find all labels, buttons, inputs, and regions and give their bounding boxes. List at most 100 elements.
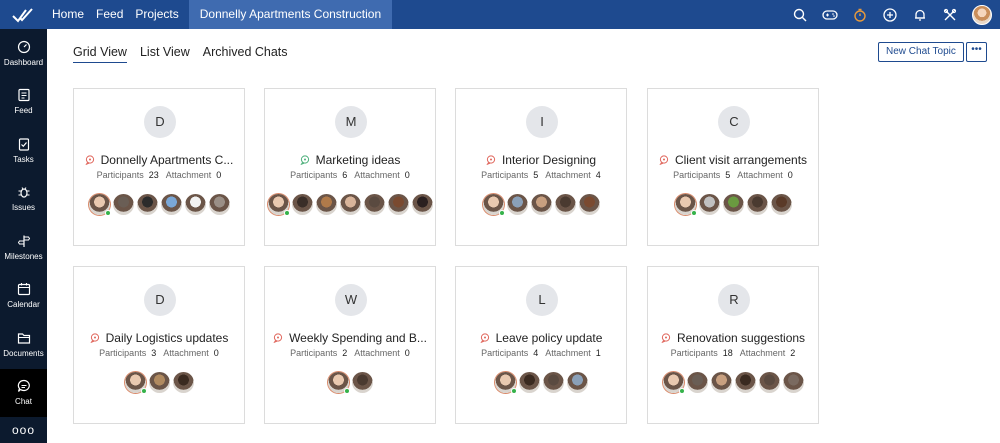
participant-avatar[interactable]: [674, 194, 697, 216]
participant-avatar[interactable]: [208, 194, 230, 215]
participant-avatar[interactable]: [662, 372, 685, 394]
chat-title[interactable]: Interior Designing: [502, 153, 596, 167]
participant-avatar[interactable]: [160, 194, 182, 215]
participant-avatar[interactable]: [482, 194, 505, 216]
nav-feed[interactable]: Feed: [90, 0, 129, 29]
chat-title[interactable]: Weekly Spending and B...: [289, 331, 427, 345]
participant-avatar[interactable]: [710, 372, 732, 393]
participant-avatar[interactable]: [88, 194, 111, 216]
chat-title[interactable]: Leave policy update: [496, 331, 603, 345]
sidebar-item-tasks[interactable]: Tasks: [0, 126, 47, 175]
participants-count: 3: [151, 348, 157, 358]
chat-title-row: Daily Logistics updates: [74, 331, 244, 345]
participant-avatar[interactable]: [554, 194, 576, 215]
chat-title[interactable]: Renovation suggestions: [677, 331, 805, 345]
sidebar-item-chat[interactable]: Chat: [0, 368, 47, 417]
chat-card[interactable]: D Donnelly Apartments C... Participants 23…: [73, 88, 245, 246]
participant-avatar[interactable]: [351, 372, 373, 393]
participant-avatar[interactable]: [686, 372, 708, 393]
sidebar-item-label: Dashboard: [3, 57, 44, 67]
participant-avatar[interactable]: [112, 194, 134, 215]
sidebar-item-issues[interactable]: Issues: [0, 175, 47, 224]
chat-card[interactable]: R Renovation suggestions Participants 18 A…: [647, 266, 819, 424]
participant-avatars: [265, 372, 435, 394]
user-avatar[interactable]: [972, 4, 992, 25]
participant-avatar[interactable]: [506, 194, 528, 215]
online-status-dot: [498, 210, 505, 216]
add-circle-icon[interactable]: [882, 7, 898, 23]
chat-initial-avatar: L: [526, 284, 558, 316]
participant-avatar[interactable]: [387, 194, 409, 215]
chat-card[interactable]: D Daily Logistics updates Participants 3 A…: [73, 266, 245, 424]
online-status-dot: [690, 210, 697, 216]
participants-count: 4: [533, 348, 539, 358]
participant-avatar[interactable]: [782, 372, 804, 393]
chat-title[interactable]: Marketing ideas: [316, 153, 401, 167]
participant-avatar[interactable]: [494, 372, 517, 394]
chat-card[interactable]: C Client visit arrangements Participants 5…: [647, 88, 819, 246]
sidebar-item-milestones[interactable]: Milestones: [0, 223, 47, 272]
new-chat-topic-button[interactable]: New Chat Topic: [878, 42, 964, 62]
participant-avatar[interactable]: [291, 194, 313, 215]
sidebar-item-label: Tasks: [13, 154, 34, 164]
participant-avatar[interactable]: [148, 372, 170, 393]
participant-avatar[interactable]: [566, 372, 588, 393]
search-icon[interactable]: [792, 7, 808, 23]
gamepad-icon[interactable]: [822, 7, 838, 23]
timer-icon[interactable]: [852, 7, 868, 23]
participant-avatar[interactable]: [363, 194, 385, 215]
sidebar-item-dashboard[interactable]: Dashboard: [0, 29, 47, 78]
participant-avatars: [74, 372, 244, 394]
chat-card[interactable]: W Weekly Spending and B... Participants 2 …: [264, 266, 436, 424]
chat-title[interactable]: Donnelly Apartments C...: [101, 153, 234, 167]
participant-avatar[interactable]: [746, 194, 768, 215]
participant-avatar[interactable]: [698, 194, 720, 215]
participants-label: Participants: [673, 170, 721, 180]
chat-title[interactable]: Daily Logistics updates: [106, 331, 229, 345]
participant-avatar[interactable]: [734, 372, 756, 393]
chat-card[interactable]: I Interior Designing Participants 5 Attach…: [455, 88, 627, 246]
participant-avatar[interactable]: [184, 194, 206, 215]
nav-active-project[interactable]: Donnelly Apartments Construction: [188, 0, 393, 29]
sidebar-item-label: Feed: [14, 106, 33, 116]
participant-avatar[interactable]: [136, 194, 158, 215]
attachment-count: 0: [404, 170, 410, 180]
more-options-button[interactable]: •••: [966, 42, 987, 62]
chat-title[interactable]: Client visit arrangements: [675, 153, 807, 167]
main-content: Grid View List View Archived Chats New C…: [47, 29, 1000, 443]
attachment-count: 0: [404, 348, 410, 358]
chat-title-row: Client visit arrangements: [648, 153, 818, 167]
participant-avatar[interactable]: [411, 194, 433, 215]
tab-list-view[interactable]: List View: [140, 45, 190, 63]
participant-avatar[interactable]: [315, 194, 337, 215]
participant-avatar[interactable]: [722, 194, 744, 215]
attachment-label: Attachment: [354, 170, 400, 180]
app-logo-icon[interactable]: [0, 0, 46, 29]
tools-icon[interactable]: [942, 7, 958, 23]
participant-avatar[interactable]: [770, 194, 792, 215]
sidebar-item-label: Chat: [15, 397, 32, 407]
participant-avatar[interactable]: [267, 194, 290, 216]
online-status-dot: [678, 388, 685, 394]
participant-avatar[interactable]: [542, 372, 564, 393]
tab-archived-chats[interactable]: Archived Chats: [203, 45, 288, 63]
sidebar-more-button[interactable]: ooo: [0, 417, 47, 442]
nav-projects[interactable]: Projects: [129, 0, 184, 29]
sidebar-item-documents[interactable]: Documents: [0, 320, 47, 369]
participant-avatar[interactable]: [124, 372, 147, 394]
bell-icon[interactable]: [912, 7, 928, 23]
chat-card[interactable]: M Marketing ideas Participants 6 Attachmen…: [264, 88, 436, 246]
sidebar: Dashboard Feed Tasks Issues Milestones C…: [0, 29, 47, 443]
sidebar-item-calendar[interactable]: Calendar: [0, 272, 47, 321]
participant-avatar[interactable]: [518, 372, 540, 393]
sidebar-item-feed[interactable]: Feed: [0, 78, 47, 127]
participant-avatar[interactable]: [530, 194, 552, 215]
participant-avatar[interactable]: [327, 372, 350, 394]
nav-home[interactable]: Home: [46, 0, 90, 29]
participant-avatar[interactable]: [578, 194, 600, 215]
chat-card[interactable]: L Leave policy update Participants 4 Attac…: [455, 266, 627, 424]
participant-avatar[interactable]: [172, 372, 194, 393]
participant-avatar[interactable]: [758, 372, 780, 393]
tab-grid-view[interactable]: Grid View: [73, 45, 127, 63]
participant-avatar[interactable]: [339, 194, 361, 215]
